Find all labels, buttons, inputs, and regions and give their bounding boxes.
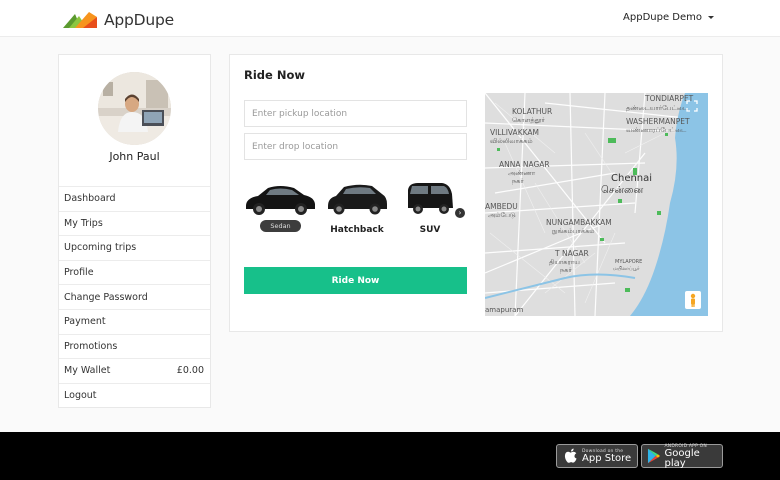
sidebar-item-label: Upcoming trips (64, 242, 137, 254)
sidebar-item-label: Logout (64, 390, 97, 402)
vehicle-label: SUV (419, 225, 441, 235)
caret-down-icon (708, 16, 714, 19)
user-menu-label: AppDupe Demo (623, 12, 702, 23)
sidebar-item-label: Profile (64, 267, 94, 279)
map-label: ANNA NAGAR (499, 160, 550, 169)
map-label: MYLAPORE (615, 259, 642, 265)
map-label: கொளத்தூர் (512, 116, 546, 124)
map-view[interactable]: KOLATHUR கொளத்தூர் VILLIVAKKAM வில்லிவாக… (485, 93, 708, 316)
pickup-location-input[interactable] (244, 100, 467, 127)
logo-icon (63, 12, 97, 28)
ride-now-card: Ride Now Sedan Hatchback (229, 54, 723, 332)
app-logo[interactable]: AppDupe (63, 11, 174, 29)
profile-name: John Paul (109, 150, 160, 163)
sidebar-item-label: My Wallet (64, 365, 111, 377)
apple-icon (564, 448, 577, 463)
map-label: Chennai (611, 173, 652, 184)
map-label: KOLATHUR (512, 107, 552, 116)
map-label: வில்லிவாக்கம் (490, 137, 533, 145)
sidebar-item-label: My Trips (64, 217, 103, 229)
map-label: VILLIVAKKAM (490, 128, 539, 137)
map-label: வண்ணாரப்பேட்டை (626, 126, 687, 134)
sidebar-item-profile[interactable]: Profile (59, 259, 210, 285)
sidebar-item-payment[interactable]: Payment (59, 308, 210, 334)
suv-car-icon (408, 183, 453, 214)
sidebar-item-promotions[interactable]: Promotions (59, 333, 210, 359)
map-label: சென்னை (601, 185, 643, 196)
google-play-button[interactable]: ANDROID APP ON Google play (641, 444, 723, 468)
vehicle-label-selected: Sedan (260, 220, 301, 232)
sidebar-item-label: Change Password (64, 291, 148, 303)
map-label: amapuram (485, 306, 523, 314)
drop-location-input[interactable] (244, 133, 467, 160)
sidebar-item-upcoming-trips[interactable]: Upcoming trips (59, 235, 210, 260)
app-store-button[interactable]: Download on the App Store (556, 444, 638, 468)
chevron-right-icon[interactable]: › (455, 208, 465, 218)
map-label: T NAGAR (554, 249, 589, 258)
map-label: நகர் (512, 177, 524, 185)
sidebar-item-label: Promotions (64, 340, 118, 352)
map-label: அண்ணா (508, 169, 536, 177)
sedan-car-icon (246, 186, 315, 215)
google-play-icon (647, 448, 661, 464)
sidebar-item-my-trips[interactable]: My Trips (59, 210, 210, 236)
user-menu[interactable]: AppDupe Demo (623, 12, 714, 23)
footer: Download on the App Store ANDROID APP ON… (0, 432, 780, 480)
wallet-balance: £0.00 (176, 365, 204, 377)
top-header: AppDupe AppDupe Demo (0, 0, 780, 37)
avatar (98, 72, 171, 145)
app-store-big-text: App Store (582, 452, 632, 464)
sidebar-item-logout[interactable]: Logout (59, 382, 210, 408)
google-play-big-text: Google play (664, 447, 700, 469)
map-label: WASHERMANPET (626, 117, 690, 126)
vehicle-option-sedan[interactable]: Sedan (244, 180, 316, 242)
vehicle-selector: Sedan Hatchback SUV › (244, 180, 469, 245)
ride-now-button[interactable]: Ride Now (244, 267, 467, 294)
map-label: தண்டையார்பேட்டை (626, 104, 689, 112)
map-label: மயிலாப்பூர் (613, 266, 640, 272)
fullscreen-icon[interactable] (685, 99, 699, 113)
vehicle-option-hatchback[interactable]: Hatchback (326, 180, 398, 242)
profile-sidebar: John Paul Dashboard My Trips Upcoming tr… (58, 54, 211, 408)
map-label: AMBEDU (485, 202, 518, 211)
sidebar-item-label: Payment (64, 316, 106, 328)
map-label: NUNGAMBAKKAM (546, 218, 612, 227)
map-label: தியாகராய (549, 258, 580, 266)
sidebar-item-my-wallet[interactable]: My Wallet £0.00 (59, 358, 210, 383)
app-name: AppDupe (104, 11, 175, 29)
map-label: நகர் (560, 266, 572, 274)
sidebar-item-dashboard[interactable]: Dashboard (59, 186, 210, 211)
page-title: Ride Now (244, 68, 305, 82)
sidebar-nav: Dashboard My Trips Upcoming trips Profil… (59, 186, 210, 407)
street-view-icon[interactable] (685, 291, 701, 309)
map-label: நுங்கம்பாக்கம் (552, 227, 595, 235)
vehicle-label: Hatchback (330, 225, 384, 235)
vehicle-option-suv[interactable]: SUV (406, 180, 478, 242)
sidebar-item-label: Dashboard (64, 193, 116, 205)
map-label: அம்பேடு (488, 211, 516, 219)
sidebar-item-change-password[interactable]: Change Password (59, 284, 210, 309)
hatchback-car-icon (328, 184, 387, 215)
